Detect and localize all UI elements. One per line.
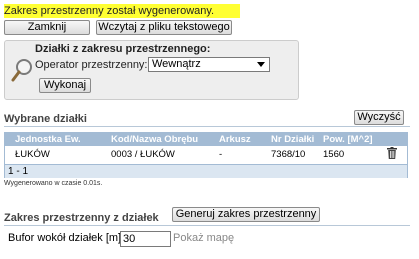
buffer-input-value: 30 (123, 233, 136, 245)
parcels-grid: Jednostka Ew. Kod/Nazwa Obrębu Arkusz Nr… (4, 132, 408, 178)
grid-pager: 1 - 1 (5, 164, 407, 178)
magnifier-icon (11, 57, 35, 83)
cell-sheet: - (219, 148, 223, 160)
buffer-input[interactable]: 30 (120, 231, 171, 247)
cell-parcel: 7368/10 (271, 148, 306, 160)
col-header-unit[interactable]: Jednostka Ew. (5, 133, 107, 146)
generate-range-button[interactable]: Generuj zakres przestrzenny (172, 207, 320, 222)
notice-banner: Zakres przestrzenny został wygenerowany. (4, 4, 240, 18)
cell-unit: ŁUKÓW (15, 148, 50, 160)
filter-panel-title: Działki z zakresu przestrzennego: (35, 43, 211, 55)
generated-note: Wygenerowano w czasie 0.01s. (4, 180, 103, 187)
buffer-label: Bufor wokół działek [m]: (8, 232, 125, 244)
trash-icon[interactable] (387, 147, 397, 159)
table-row[interactable]: ŁUKÓW 0003 / ŁUKÓW - 7368/10 1560 (5, 146, 407, 162)
range-divider (4, 225, 410, 226)
col-header-area[interactable]: Pow. [M^2] (319, 133, 383, 146)
clear-button[interactable]: Wyczyść (354, 110, 404, 125)
operator-label: Operator przestrzenny: (35, 59, 148, 71)
operator-select[interactable]: Wewnątrz (148, 57, 270, 72)
filter-panel: Działki z zakresu przestrzennego: Operat… (4, 40, 299, 100)
cell-precinct: 0003 / ŁUKÓW (111, 148, 175, 160)
col-header-actions (383, 133, 407, 146)
operator-select-value: Wewnątrz (152, 58, 201, 70)
notice-message: Zakres przestrzenny został wygenerowany. (4, 5, 215, 17)
chevron-down-icon (257, 62, 265, 67)
load-from-file-button[interactable]: Wczytaj z pliku tekstowego (96, 20, 232, 35)
col-header-parcel[interactable]: Nr Działki (267, 133, 319, 146)
spatial-range-title: Zakres przestrzenny z działek (4, 212, 159, 224)
pager-text: 1 - 1 (8, 166, 29, 177)
show-map-label: Pokaż mapę (173, 232, 235, 244)
grid-header-row: Jednostka Ew. Kod/Nazwa Obrębu Arkusz Nr… (5, 133, 407, 146)
selected-parcels-title: Wybrane działki (4, 113, 87, 125)
col-header-sheet[interactable]: Arkusz (215, 133, 267, 146)
cell-area: 1560 (323, 148, 345, 160)
execute-button[interactable]: Wykonaj (39, 78, 91, 93)
cell-actions (383, 146, 407, 162)
col-header-precinct[interactable]: Kod/Nazwa Obrębu (107, 133, 215, 146)
selected-divider (4, 126, 410, 127)
close-button[interactable]: Zamknij (4, 20, 90, 35)
